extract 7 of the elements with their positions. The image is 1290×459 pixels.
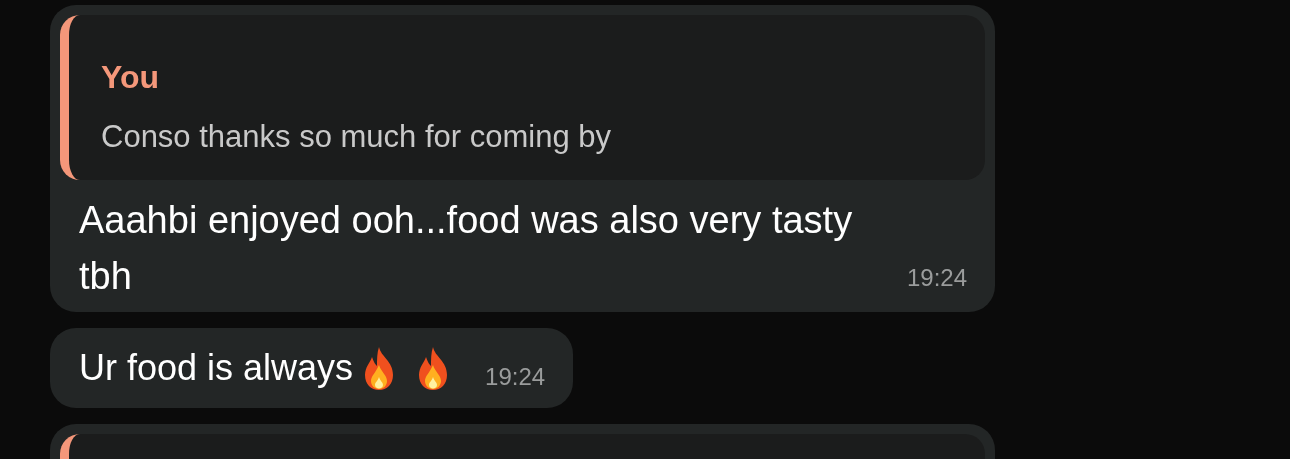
quoted-message[interactable]: You Conso thanks so much for coming by: [60, 15, 985, 180]
quote-text: Conso thanks so much for coming by: [101, 119, 613, 155]
message-text: Aaahbi enjoyed ooh...food was also very tasty tbh: [79, 198, 854, 299]
message-time: 19:24: [906, 264, 967, 292]
message-time: 19:24: [485, 363, 546, 391]
quote-author: You: [101, 59, 161, 95]
message-text: Ur food is always: [79, 346, 354, 390]
